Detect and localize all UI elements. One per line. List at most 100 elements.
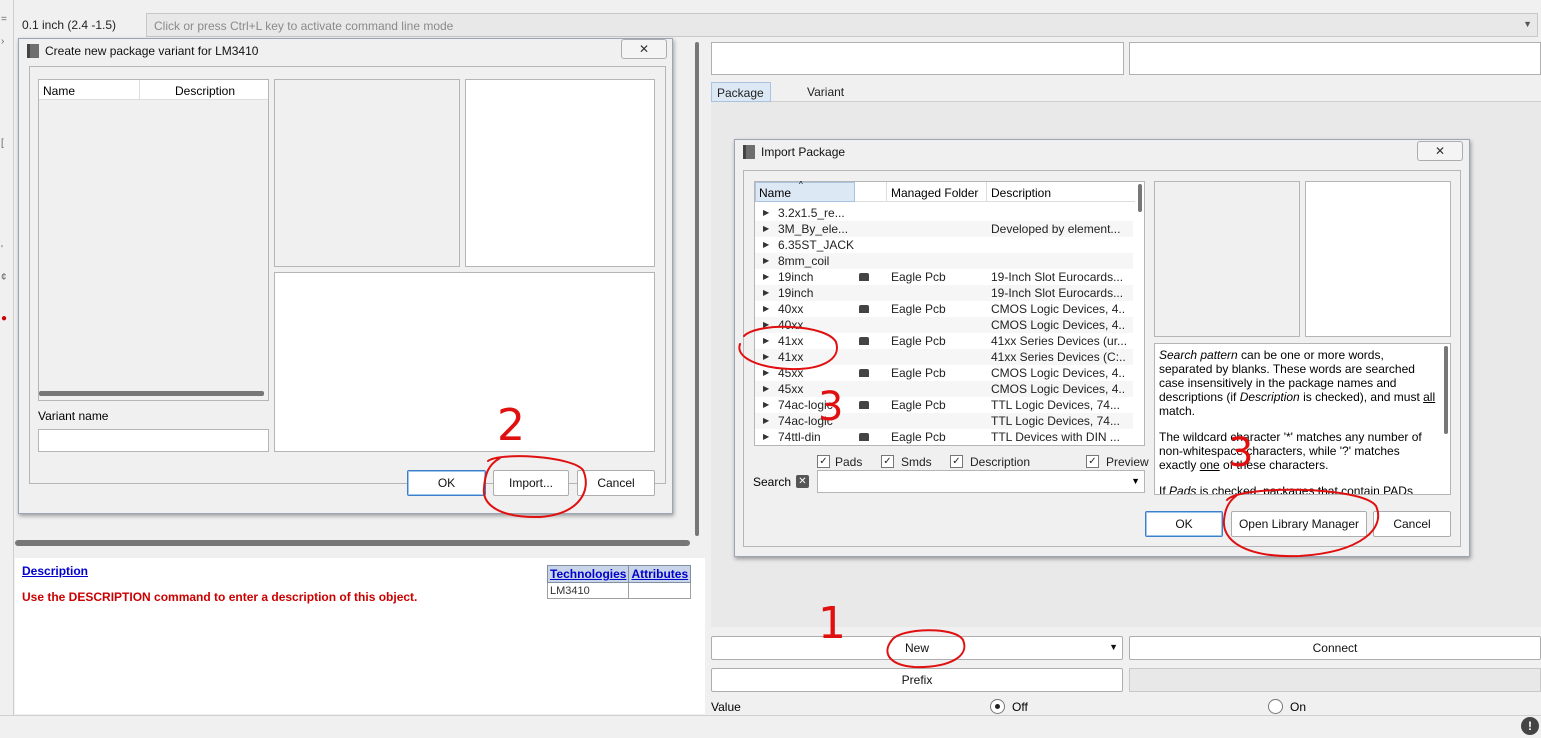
connect-button[interactable]: Connect bbox=[1129, 636, 1541, 660]
ok-button[interactable]: OK bbox=[1145, 511, 1223, 537]
import-button[interactable]: Import... bbox=[493, 470, 569, 496]
managed-folder-column-header[interactable]: Managed Folder bbox=[891, 186, 978, 200]
search-input[interactable]: ▼ bbox=[817, 470, 1145, 493]
variant-description-preview bbox=[274, 272, 655, 452]
package-name: 6.35ST_JACK bbox=[778, 238, 855, 252]
symbol-preview bbox=[465, 79, 655, 267]
toolbar-arrow-icon[interactable]: › bbox=[1, 36, 4, 47]
package-table[interactable]: Name ^ Managed Folder Description ▶ 3.2x1… bbox=[754, 180, 1145, 446]
expand-triangle-icon[interactable]: ▶ bbox=[763, 320, 769, 329]
table-row[interactable]: ▶ 8mm_coil bbox=[755, 253, 1133, 269]
description-text: Use the DESCRIPTION command to enter a d… bbox=[22, 590, 418, 604]
name-column-header[interactable]: Name bbox=[759, 186, 791, 200]
value-off-radio[interactable] bbox=[990, 699, 1005, 714]
expand-triangle-icon[interactable]: ▶ bbox=[763, 416, 769, 425]
toolbar-tool-icon[interactable]: ¢ bbox=[1, 272, 7, 283]
toolbar-bracket-icon[interactable]: [ bbox=[1, 138, 4, 149]
ok-button[interactable]: OK bbox=[407, 470, 486, 496]
managed-folder-icon bbox=[859, 433, 869, 441]
help-vertical-scrollbar[interactable] bbox=[1444, 346, 1448, 434]
expand-triangle-icon[interactable]: ▶ bbox=[763, 432, 769, 441]
chevron-down-icon[interactable]: ▼ bbox=[1131, 476, 1140, 486]
new-button[interactable]: New ▼ bbox=[711, 636, 1123, 660]
expand-triangle-icon[interactable]: ▶ bbox=[763, 352, 769, 361]
expand-triangle-icon[interactable]: ▶ bbox=[763, 272, 769, 281]
package-name: 19inch bbox=[778, 270, 814, 284]
package-name: 74ac-logic bbox=[778, 414, 833, 428]
close-icon[interactable]: ✕ bbox=[621, 39, 667, 59]
package-preview bbox=[274, 79, 460, 267]
list-horizontal-scrollbar[interactable] bbox=[39, 391, 264, 396]
expand-triangle-icon[interactable]: ▶ bbox=[763, 224, 769, 233]
name-column-header[interactable]: Name bbox=[43, 84, 75, 98]
prefix-button[interactable]: Prefix bbox=[711, 668, 1123, 692]
package-name: 74ttl-din bbox=[778, 430, 821, 444]
value-on-label: On bbox=[1290, 700, 1307, 714]
expand-triangle-icon[interactable]: ▶ bbox=[763, 288, 769, 297]
table-row[interactable]: ▶ 41xx Eagle Pcb 41xx Series Devices (ur... bbox=[755, 333, 1133, 349]
preview-checkbox[interactable]: ✓ bbox=[1086, 455, 1099, 468]
variant-name-input[interactable] bbox=[38, 429, 269, 452]
close-icon[interactable]: ✕ bbox=[1417, 141, 1463, 161]
table-row[interactable]: ▶ 6.35ST_JACK bbox=[755, 237, 1133, 253]
table-row[interactable]: ▶ 3.2x1.5_re... bbox=[755, 205, 1133, 221]
toolbar-stop-icon[interactable]: ● bbox=[1, 313, 7, 324]
table-vertical-scrollbar[interactable] bbox=[1138, 184, 1142, 212]
table-row[interactable]: ▶ 74ac-logic TTL Logic Devices, 74... bbox=[755, 413, 1133, 429]
expand-triangle-icon[interactable]: ▶ bbox=[763, 256, 769, 265]
cancel-button[interactable]: Cancel bbox=[577, 470, 655, 496]
table-row[interactable]: ▶ 3M_By_ele... Developed by element... bbox=[755, 221, 1133, 237]
variant-list[interactable]: Name Description bbox=[38, 79, 269, 401]
clear-search-icon[interactable]: ✕ bbox=[796, 475, 809, 488]
pads-checkbox[interactable]: ✓ bbox=[817, 455, 830, 468]
cancel-button[interactable]: Cancel bbox=[1373, 511, 1451, 537]
package-description: CMOS Logic Devices, 4... bbox=[991, 302, 1126, 316]
expand-triangle-icon[interactable]: ▶ bbox=[763, 400, 769, 409]
expand-triangle-icon[interactable]: ▶ bbox=[763, 336, 769, 345]
package-column-header[interactable]: Package bbox=[711, 82, 771, 102]
table-row[interactable]: ▶ 41xx 41xx Series Devices (C:... bbox=[755, 349, 1133, 365]
vertical-scrollbar[interactable] bbox=[695, 42, 699, 536]
help-text: of these characters. bbox=[1219, 458, 1329, 472]
command-line-input[interactable]: Click or press Ctrl+L key to activate co… bbox=[146, 13, 1538, 37]
table-row[interactable]: ▶ 45xx CMOS Logic Devices, 4... bbox=[755, 381, 1133, 397]
toolbar-tick-icon[interactable]: ' bbox=[1, 244, 3, 255]
expand-triangle-icon[interactable]: ▶ bbox=[763, 208, 769, 217]
description-link[interactable]: Description bbox=[22, 564, 88, 578]
prefix-field bbox=[1129, 668, 1541, 692]
column-divider bbox=[986, 182, 987, 202]
value-on-radio[interactable] bbox=[1268, 699, 1283, 714]
search-label: Search bbox=[753, 475, 792, 489]
technologies-header[interactable]: Technologies bbox=[546, 565, 630, 583]
expand-triangle-icon[interactable]: ▶ bbox=[763, 240, 769, 249]
expand-triangle-icon[interactable]: ▶ bbox=[763, 304, 769, 313]
attributes-header[interactable]: Attributes bbox=[628, 565, 692, 583]
description-column-header[interactable]: Description bbox=[991, 186, 1051, 200]
warning-icon[interactable]: ! bbox=[1521, 717, 1539, 735]
table-row[interactable]: ▶ 19inch 19-Inch Slot Eurocards... bbox=[755, 285, 1133, 301]
table-row[interactable]: ▶ 19inch Eagle Pcb 19-Inch Slot Eurocards..… bbox=[755, 269, 1133, 285]
horizontal-scrollbar[interactable] bbox=[15, 540, 690, 546]
list-header: Name Description bbox=[39, 80, 268, 100]
table-row[interactable]: ▶ 40xx Eagle Pcb CMOS Logic Devices, 4... bbox=[755, 301, 1133, 317]
table-row[interactable]: ▶ 74ac-logic Eagle Pcb TTL Logic Devices, 7… bbox=[755, 397, 1133, 413]
left-toolbar: = › [ ' ¢ ● bbox=[0, 0, 14, 715]
smds-checkbox[interactable]: ✓ bbox=[881, 455, 894, 468]
table-row[interactable]: ▶ 40xx CMOS Logic Devices, 4... bbox=[755, 317, 1133, 333]
name-field[interactable] bbox=[711, 42, 1124, 75]
chevron-down-icon[interactable]: ▼ bbox=[1109, 642, 1118, 652]
table-header: Name ^ Managed Folder Description bbox=[755, 180, 1135, 202]
table-row[interactable]: ▶ 45xx Eagle Pcb CMOS Logic Devices, 4... bbox=[755, 365, 1133, 381]
expand-triangle-icon[interactable]: ▶ bbox=[763, 384, 769, 393]
description-field[interactable] bbox=[1129, 42, 1541, 75]
table-body: ▶ 3.2x1.5_re... ▶ 3M_By_ele... Developed by … bbox=[755, 205, 1135, 445]
table-row[interactable]: ▶ 74ttl-din Eagle Pcb TTL Devices with DIN … bbox=[755, 429, 1133, 445]
toolbar-grip-icon[interactable]: = bbox=[1, 14, 7, 25]
chevron-down-icon[interactable]: ▼ bbox=[1523, 19, 1532, 29]
variant-column-header[interactable]: Variant bbox=[802, 82, 854, 102]
description-column-header[interactable]: Description bbox=[175, 84, 235, 98]
package-name: 8mm_coil bbox=[778, 254, 830, 268]
description-checkbox[interactable]: ✓ bbox=[950, 455, 963, 468]
open-library-manager-button[interactable]: Open Library Manager bbox=[1231, 511, 1367, 537]
expand-triangle-icon[interactable]: ▶ bbox=[763, 368, 769, 377]
